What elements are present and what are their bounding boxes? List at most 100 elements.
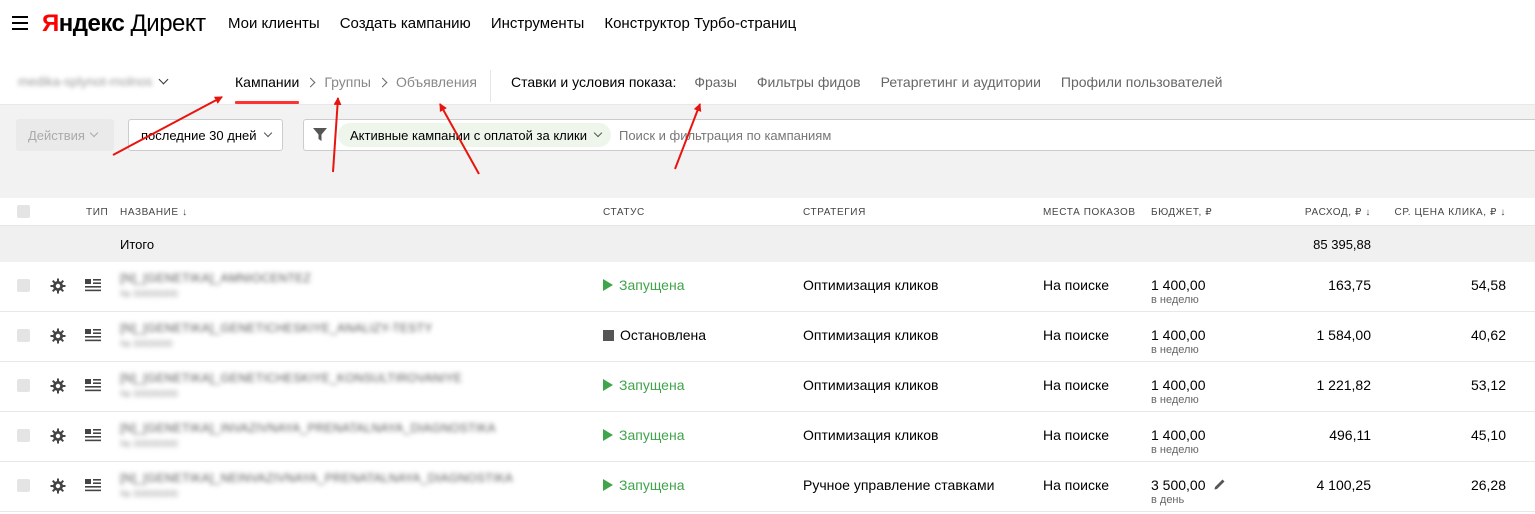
campaign-type-text-icon (85, 429, 101, 442)
logo-product: Директ (130, 10, 207, 37)
campaign-name[interactable]: [N]_[GENETIKA]_GENETICHESKIYE_KONSULTIRO… (120, 371, 462, 385)
campaign-name[interactable]: [N]_[GENETIKA]_GENETICHESKIYE_ANALIZY-TE… (120, 321, 433, 335)
period-select[interactable]: последние 30 дней (128, 119, 283, 151)
gear-icon[interactable] (50, 378, 66, 394)
table-row: [N]_[GENETIKA]_INVAZIVNAYA_PRENATALNAYA_… (0, 412, 1535, 462)
budget-value: 1 400,00 (1151, 327, 1206, 343)
budget-period: в неделю (1151, 444, 1199, 456)
spend-value: 1 221,82 (1316, 377, 1372, 393)
period-label: последние 30 дней (141, 127, 257, 143)
row-checkbox[interactable] (17, 329, 30, 342)
divider (490, 70, 491, 102)
col-name[interactable]: название ↓ (120, 207, 188, 218)
play-icon (603, 279, 613, 291)
col-type: тип (86, 207, 109, 218)
play-icon (603, 429, 613, 441)
gear-icon[interactable] (50, 478, 66, 494)
budget: 1 400,00 в неделю (1151, 277, 1206, 306)
play-icon (603, 479, 613, 491)
row-checkbox[interactable] (17, 379, 30, 392)
account-login: medika-splynot-rnolnos (18, 74, 153, 89)
budget: 1 400,00 в неделю (1151, 377, 1206, 406)
budget: 1 400,00 в неделю (1151, 427, 1206, 456)
tab-feed-filters[interactable]: Фильтры фидов (757, 74, 861, 90)
row-checkbox[interactable] (17, 429, 30, 442)
conditions-label: Ставки и условия показа: (511, 74, 677, 90)
spend-value: 1 584,00 (1316, 327, 1372, 343)
gear-icon[interactable] (50, 428, 66, 444)
col-cpc[interactable]: ср. цена клика, ₽ ↓ (1395, 207, 1506, 218)
logo[interactable]: Яндекс Директ (42, 10, 206, 38)
select-all-checkbox[interactable] (17, 205, 30, 218)
campaign-type-text-icon (85, 479, 101, 492)
filter-icon[interactable] (304, 120, 336, 150)
stop-icon (603, 329, 614, 341)
campaign-name[interactable]: [N]_[GENETIKA]_INVAZIVNAYA_PRENATALNAYA_… (120, 421, 496, 435)
nav-tools[interactable]: Инструменты (491, 15, 585, 32)
tab-groups[interactable]: Группы (324, 74, 371, 90)
budget-value: 1 400,00 (1151, 377, 1206, 393)
menu-icon[interactable] (12, 16, 28, 30)
strategy[interactable]: Оптимизация кликов (803, 427, 938, 443)
tab-user-profiles[interactable]: Профили пользователей (1061, 74, 1223, 90)
col-spend[interactable]: расход, ₽ ↓ (1305, 207, 1371, 218)
spend-value: 496,11 (1329, 427, 1371, 443)
campaigns-table: тип название ↓ статус стратегия места по… (0, 198, 1535, 512)
cpc-value: 26,28 (1470, 477, 1506, 493)
budget-period: в неделю (1151, 394, 1199, 406)
campaign-type-text-icon (85, 329, 101, 342)
cpc-value: 54,58 (1470, 277, 1506, 293)
status-badge: Запущена (603, 377, 685, 393)
logo-y: Я (42, 10, 59, 37)
row-checkbox[interactable] (17, 479, 30, 492)
table-header: тип название ↓ статус стратегия места по… (0, 198, 1535, 226)
total-label: Итого (120, 237, 155, 252)
gear-icon[interactable] (50, 278, 66, 294)
budget-value: 1 400,00 (1151, 277, 1206, 293)
chevron-down-icon (263, 128, 272, 138)
strategy[interactable]: Ручное управление ставками (803, 477, 994, 493)
chevron-right-icon (377, 77, 388, 87)
chevron-down-icon (593, 128, 603, 138)
status-badge: Остановлена (603, 327, 706, 343)
search-input[interactable] (618, 127, 1219, 143)
budget: 3 500,00 в день (1151, 477, 1206, 506)
table-row: [N]_[GENETIKA]_AMNIOCENTEZ № 00000000 Запу… (0, 262, 1535, 312)
budget-value: 3 500,00 (1151, 477, 1206, 493)
campaign-name[interactable]: [N]_[GENETIKA]_AMNIOCENTEZ (120, 271, 311, 285)
ad-places: На поиске (1043, 477, 1110, 493)
campaign-id: № 00000000 (120, 389, 178, 400)
status-badge: Запущена (603, 477, 685, 493)
status-text: Остановлена (620, 327, 707, 343)
budget-period: в день (1151, 494, 1185, 506)
actions-button[interactable]: Действия (16, 119, 114, 151)
status-text: Запущена (619, 277, 685, 293)
tab-ads[interactable]: Объявления (396, 74, 477, 90)
gear-icon[interactable] (50, 328, 66, 344)
spacer-band (0, 166, 1535, 198)
strategy[interactable]: Оптимизация кликов (803, 327, 938, 343)
col-strategy: стратегия (803, 207, 866, 218)
tab-phrases[interactable]: Фразы (694, 74, 737, 90)
table-row: [N]_[GENETIKA]_GENETICHESKIYE_ANALIZY-TE… (0, 312, 1535, 362)
ad-places: На поиске (1043, 327, 1110, 343)
chevron-down-icon (89, 128, 99, 138)
edit-icon[interactable] (1214, 478, 1226, 490)
nav-turbo-builder[interactable]: Конструктор Турбо-страниц (604, 15, 796, 32)
nav-create-campaign[interactable]: Создать кампанию (340, 15, 471, 32)
campaign-name[interactable]: [N]_[GENETIKA]_NEINVAZIVNAYA_PRENATALNAY… (120, 471, 513, 485)
account-selector[interactable]: medika-splynot-rnolnos (18, 74, 169, 89)
strategy[interactable]: Оптимизация кликов (803, 377, 938, 393)
strategy[interactable]: Оптимизация кликов (803, 277, 938, 293)
ad-places: На поиске (1043, 277, 1110, 293)
nav-my-clients[interactable]: Мои клиенты (228, 15, 320, 32)
cpc-value: 45,10 (1470, 427, 1506, 443)
filter-chip-active-cpc[interactable]: Активные кампании с оплатой за клики (338, 123, 611, 147)
tab-campaigns[interactable]: Кампании (235, 74, 300, 104)
campaign-id: № 00000000 (120, 289, 178, 300)
row-checkbox[interactable] (17, 279, 30, 292)
cpc-value: 40,62 (1470, 327, 1506, 343)
conditions-nav: Ставки и условия показа: Фразы Фильтры ф… (511, 74, 1222, 90)
col-budget: бюджет, ₽ (1151, 207, 1213, 218)
tab-retargeting[interactable]: Ретаргетинг и аудитории (881, 74, 1041, 90)
